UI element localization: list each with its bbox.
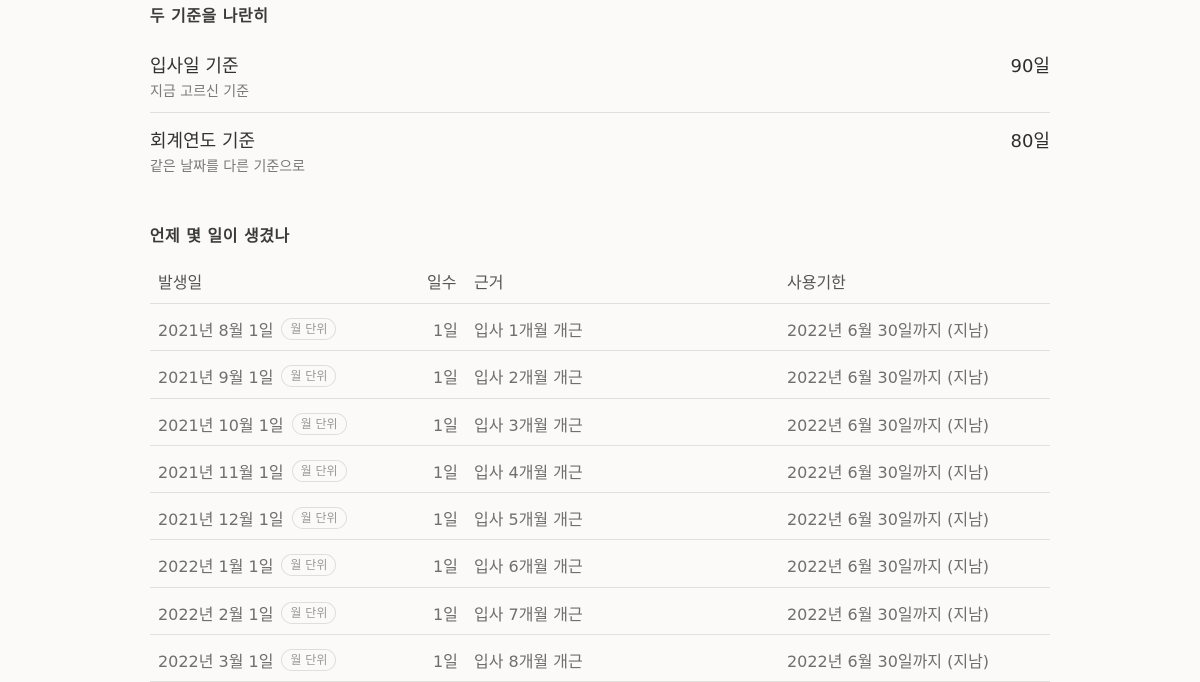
events-table: 발생일 일수 근거 사용기한 2021년 8월 1일 월 단위 1일 입사 1개월… [150, 257, 1050, 682]
row-expiry: 2022년 6월 30일까지 (지남) [787, 510, 990, 530]
table-row: 2021년 11월 1일 월 단위 1일 입사 4개월 개근 2022년 6월 3… [150, 446, 1050, 494]
unit-badge: 월 단위 [281, 365, 337, 388]
row-basis: 입사 2개월 개근 [474, 368, 583, 388]
table-row: 2022년 2월 1일 월 단위 1일 입사 7개월 개근 2022년 6월 30… [150, 588, 1050, 636]
row-expiry: 2022년 6월 30일까지 (지남) [787, 604, 990, 624]
unit-badge: 월 단위 [281, 554, 337, 577]
unit-badge: 월 단위 [291, 412, 347, 435]
header-days: 일수 [427, 273, 457, 292]
row-days: 1일 [433, 321, 458, 340]
row-basis: 입사 6개월 개근 [474, 557, 583, 577]
row-expiry: 2022년 6월 30일까지 (지남) [787, 415, 990, 435]
compare-row-name: 입사일 기준 [150, 56, 239, 77]
row-date: 2021년 8월 1일 [158, 321, 274, 340]
compare-row-hire-date: 입사일 기준 지금 고르신 기준 90일 [150, 50, 1050, 113]
row-basis: 입사 7개월 개근 [474, 604, 583, 624]
row-basis: 입사 3개월 개근 [474, 415, 583, 435]
row-days: 1일 [433, 415, 458, 435]
table-header: 발생일 일수 근거 사용기한 [150, 257, 1050, 304]
row-date: 2022년 1월 1일 [158, 557, 274, 577]
row-expiry: 2022년 6월 30일까지 (지남) [787, 368, 990, 388]
row-days: 1일 [433, 604, 458, 624]
row-days: 1일 [433, 368, 458, 388]
compare-row-value: 80일 [1010, 131, 1050, 152]
row-expiry: 2022년 6월 30일까지 (지남) [787, 652, 990, 672]
table-row: 2021년 10월 1일 월 단위 1일 입사 3개월 개근 2022년 6월 3… [150, 399, 1050, 446]
row-basis: 입사 4개월 개근 [474, 462, 583, 482]
row-days: 1일 [433, 652, 458, 672]
header-basis: 근거 [474, 273, 504, 292]
compare-row-subtitle: 같은 날짜를 다른 기준으로 [150, 159, 306, 175]
table-row: 2021년 12월 1일 월 단위 1일 입사 5개월 개근 2022년 6월 3… [150, 493, 1050, 541]
table-row: 2021년 9월 1일 월 단위 1일 입사 2개월 개근 2022년 6월 30… [150, 351, 1050, 399]
row-days: 1일 [433, 462, 458, 482]
unit-badge: 월 단위 [281, 601, 337, 624]
header-date: 발생일 [158, 273, 203, 292]
row-date: 2022년 3월 1일 [158, 652, 274, 672]
table-row: 2022년 1월 1일 월 단위 1일 입사 6개월 개근 2022년 6월 30… [150, 540, 1050, 588]
row-days: 1일 [433, 557, 458, 577]
unit-badge: 월 단위 [281, 649, 337, 672]
events-section-title: 언제 몇 일이 생겼나 [150, 226, 290, 245]
row-expiry: 2022년 6월 30일까지 (지남) [787, 557, 990, 577]
row-expiry: 2022년 6월 30일까지 (지남) [787, 321, 990, 340]
compare-row-subtitle: 지금 고르신 기준 [150, 84, 250, 100]
row-expiry: 2022년 6월 30일까지 (지남) [787, 462, 990, 482]
row-date: 2022년 2월 1일 [158, 604, 274, 624]
row-basis: 입사 8개월 개근 [474, 652, 583, 672]
unit-badge: 월 단위 [291, 507, 347, 530]
unit-badge: 월 단위 [281, 318, 337, 340]
row-days: 1일 [433, 510, 458, 530]
table-row: 2021년 8월 1일 월 단위 1일 입사 1개월 개근 2022년 6월 30… [150, 304, 1050, 352]
row-basis: 입사 5개월 개근 [474, 510, 583, 530]
compare-row-name: 회계연도 기준 [150, 131, 256, 152]
compare-row-value: 90일 [1010, 56, 1050, 77]
compare-section-title: 두 기준을 나란히 [150, 6, 269, 25]
unit-badge: 월 단위 [291, 459, 347, 482]
row-basis: 입사 1개월 개근 [474, 321, 583, 340]
compare-row-fiscal-year: 회계연도 기준 같은 날짜를 다른 기준으로 80일 [150, 125, 1050, 185]
header-expiry: 사용기한 [787, 273, 846, 292]
row-date: 2021년 10월 1일 [158, 415, 284, 435]
row-date: 2021년 12월 1일 [158, 510, 284, 530]
row-date: 2021년 11월 1일 [158, 462, 284, 482]
row-date: 2021년 9월 1일 [158, 368, 274, 388]
